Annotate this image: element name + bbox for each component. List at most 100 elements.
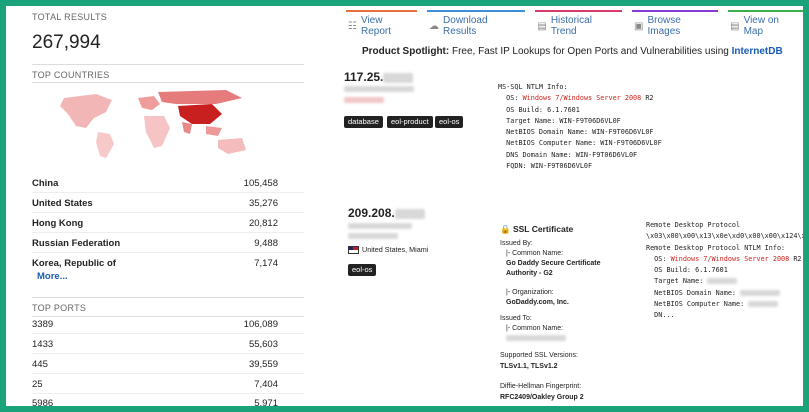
- dh-value: RFC2409/Oakley Group 2: [500, 393, 584, 403]
- divider: [32, 373, 304, 374]
- divider: [32, 82, 304, 83]
- tag-eol-os[interactable]: eol-os: [348, 264, 377, 276]
- redacted-cn: [506, 335, 566, 341]
- top-ports-label: TOP PORTS: [32, 303, 87, 313]
- tab-accent-bar: [427, 10, 526, 12]
- country-name[interactable]: Russian Federation: [32, 238, 120, 249]
- result-ip-link[interactable]: 209.208.: [348, 206, 425, 220]
- redacted-org: [348, 233, 398, 239]
- download-icon: ☁: [429, 20, 440, 32]
- tab-download-results[interactable]: ☁ Download Results: [427, 10, 526, 37]
- redacted-issued-to: [506, 335, 566, 341]
- page-frame: TOTAL RESULTS 267,994 TOP COUNTRIES Chin…: [6, 6, 803, 406]
- redacted-value: [748, 301, 779, 308]
- tab-label: View on Map: [743, 15, 779, 37]
- tag-database[interactable]: database: [344, 116, 383, 128]
- tab-browse-images[interactable]: ▣ Browse Images: [632, 10, 719, 37]
- ip-address: 209.208.: [348, 206, 395, 220]
- total-results-value: 267,994: [32, 32, 101, 53]
- tab-view-on-map[interactable]: ▤ View on Map: [728, 10, 803, 37]
- port-number[interactable]: 5986: [32, 398, 53, 406]
- divider: [32, 333, 304, 334]
- issued-to-cn-label: |- Common Name:: [506, 325, 564, 332]
- country-count: 7,174: [254, 258, 278, 269]
- divider: [32, 353, 304, 354]
- divider: [32, 297, 304, 298]
- tab-view-report[interactable]: ☷ View Report: [346, 10, 418, 37]
- spotlight-prefix: Product Spotlight:: [362, 46, 450, 57]
- tab-label: View Report: [360, 15, 391, 37]
- country-row[interactable]: Russian Federation 9,488: [32, 238, 278, 249]
- sidebar: TOTAL RESULTS 267,994 TOP COUNTRIES Chin…: [6, 6, 306, 406]
- ssl-certificate-heading: 🔒 SSL Certificate: [500, 224, 573, 235]
- port-row[interactable]: 3389 106,089: [32, 319, 278, 330]
- ssl-versions-label: Supported SSL Versions:: [500, 352, 578, 359]
- dh-label: Diffie-Hellman Fingerprint:: [500, 383, 582, 390]
- location-text: United States, Miami: [362, 245, 429, 254]
- action-tabs: ☷ View Report ☁ Download Results ▤ Histo…: [346, 10, 803, 37]
- rdp-line: DN...: [646, 311, 675, 320]
- country-name[interactable]: Hong Kong: [32, 218, 83, 229]
- port-row[interactable]: 1433 55,603: [32, 339, 278, 350]
- result-ip-link[interactable]: 117.25.: [344, 70, 414, 84]
- org-value: GoDaddy.com, Inc.: [506, 298, 569, 308]
- port-number[interactable]: 445: [32, 359, 48, 370]
- tab-accent-bar: [535, 10, 623, 12]
- banner-line: OS Build: 6.1.7601: [498, 105, 580, 114]
- more-countries-link[interactable]: More...: [37, 271, 68, 282]
- redacted-ip: [394, 208, 425, 219]
- tab-historical-trend[interactable]: ▤ Historical Trend: [535, 10, 623, 37]
- divider: [32, 393, 304, 394]
- world-map[interactable]: [46, 88, 266, 160]
- ssl-versions-text: TLSv1.1, TLSv1.2: [500, 363, 558, 370]
- map-icon: ▤: [730, 20, 740, 32]
- rdp-line: NetBIOS Domain Name:: [646, 288, 741, 297]
- tab-label: Browse Images: [647, 15, 681, 37]
- divider: [32, 316, 304, 317]
- country-name[interactable]: Korea, Republic of: [32, 258, 116, 269]
- port-number[interactable]: 3389: [32, 319, 53, 330]
- tab-label: Historical Trend: [550, 15, 592, 37]
- us-flag-icon: [348, 246, 359, 255]
- port-number[interactable]: 1433: [32, 339, 53, 350]
- rdp-line: OS Build: 6.1.7601: [646, 266, 728, 275]
- rdp-os-suffix: R2: [789, 254, 802, 263]
- banner-line: Target Name: WIN-F9T06D6VL0F: [498, 116, 621, 125]
- result-meta: [348, 223, 412, 239]
- tag-eol-os[interactable]: eol-os: [435, 116, 464, 128]
- country-row[interactable]: Hong Kong 20,812: [32, 218, 278, 229]
- banner-os-label: OS:: [498, 94, 523, 103]
- trend-icon: ▤: [537, 20, 547, 32]
- port-count: 5,971: [254, 398, 278, 406]
- port-row[interactable]: 5986 5,971: [32, 398, 278, 406]
- country-name[interactable]: United States: [32, 198, 93, 209]
- country-count: 105,458: [243, 178, 278, 189]
- issued-by-cn-value: Go Daddy Secure Certificate Authority - …: [506, 259, 626, 278]
- banner-line: NetBIOS Domain Name: WIN-F9T06D6VL0F: [498, 128, 654, 137]
- banner-line: FQDN: WIN-F9T06D6VL0F: [498, 162, 593, 171]
- mssql-banner: MS-SQL NTLM Info: OS: Windows 7/Windows …: [498, 82, 662, 172]
- internetdb-link[interactable]: InternetDB: [732, 46, 783, 57]
- ssl-versions-value: TLSv1.1, TLSv1.2: [500, 362, 558, 372]
- total-results-label: TOTAL RESULTS: [32, 12, 108, 22]
- port-row[interactable]: 25 7,404: [32, 379, 278, 390]
- rdp-line: Target Name:: [646, 277, 708, 286]
- tag-eol-product[interactable]: eol-product: [387, 116, 433, 128]
- rdp-os-value: Windows 7/Windows Server 2008: [670, 254, 790, 263]
- country-row[interactable]: United States 35,276: [32, 198, 278, 209]
- divider: [32, 212, 304, 213]
- lock-icon: 🔒: [500, 224, 511, 234]
- port-row[interactable]: 445 39,559: [32, 359, 278, 370]
- port-number[interactable]: 25: [32, 379, 43, 390]
- spotlight-text: Free, Fast IP Lookups for Open Ports and…: [449, 46, 732, 57]
- issued-by-label: Issued By:: [500, 240, 533, 247]
- country-name[interactable]: China: [32, 178, 58, 189]
- country-count: 20,812: [248, 218, 278, 229]
- rdp-banner: Remote Desktop Protocol \x03\x00\x00\x13…: [646, 220, 803, 322]
- banner-os-suffix: R2: [641, 94, 654, 103]
- redacted-hostname: [344, 86, 414, 92]
- country-row[interactable]: Korea, Republic of 7,174: [32, 258, 278, 269]
- divider: [32, 192, 304, 193]
- country-row[interactable]: China 105,458: [32, 178, 278, 189]
- rdp-line: Remote Desktop Protocol: [646, 221, 741, 229]
